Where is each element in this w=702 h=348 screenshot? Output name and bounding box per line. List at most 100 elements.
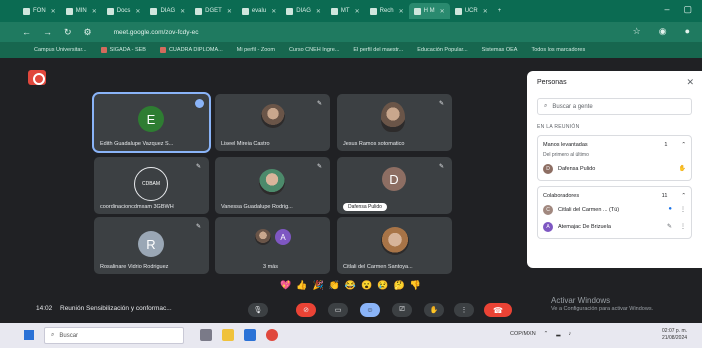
collaborators-card: Colaboradores 11 ⌃ C Citlali del Carmen … bbox=[537, 186, 692, 239]
browser-tab[interactable]: evalu ✕ bbox=[237, 3, 281, 19]
avatar: A bbox=[543, 221, 553, 232]
taskbar-clock[interactable]: 02:07 p. m. 21/08/2024 bbox=[662, 328, 687, 342]
close-icon[interactable]: ✕ bbox=[51, 8, 56, 15]
kebab-menu-icon[interactable]: ⋮ bbox=[680, 223, 686, 230]
close-icon[interactable]: ✕ bbox=[355, 8, 360, 15]
reload-icon[interactable]: ↻ bbox=[64, 27, 72, 38]
close-icon[interactable]: ✕ bbox=[180, 8, 185, 15]
participant-tile-group[interactable]: A 3 más bbox=[215, 217, 330, 274]
bookmark-item[interactable]: SIGADA - SEB bbox=[100, 47, 146, 53]
reaction-party-icon[interactable]: 🎉 bbox=[312, 280, 323, 291]
chevron-up-icon[interactable]: ⌃ bbox=[544, 331, 549, 337]
participant-tile[interactable]: E Edith Guadalupe Vazquez S... bbox=[92, 92, 211, 153]
close-icon[interactable]: ✕ bbox=[135, 8, 140, 15]
participant-name: Citlali del Carmen Santoya... bbox=[343, 264, 413, 270]
collaborators-header[interactable]: Colaboradores 11 ⌃ bbox=[543, 190, 686, 201]
close-icon[interactable]: ✕ bbox=[399, 8, 404, 15]
reaction-thumbs-down-icon[interactable]: 👎 bbox=[410, 280, 421, 291]
browser-tab-active[interactable]: H M ✕ bbox=[408, 3, 450, 19]
browser-tab[interactable]: DGET ✕ bbox=[190, 3, 237, 19]
site-info-icon[interactable]: ⚙ bbox=[84, 27, 92, 38]
bookmark-item[interactable]: Educación Popular... bbox=[417, 47, 467, 53]
more-options-icon[interactable] bbox=[195, 99, 204, 108]
reaction-sad-icon[interactable]: 😢 bbox=[377, 280, 388, 291]
reaction-laugh-icon[interactable]: 😂 bbox=[345, 280, 356, 291]
browser-tab[interactable]: UCR ✕ bbox=[450, 3, 493, 19]
present-button[interactable]: ⎚ bbox=[392, 303, 412, 317]
reaction-heart-icon[interactable]: 💖 bbox=[280, 280, 291, 291]
star-icon[interactable]: ☆ bbox=[633, 26, 641, 37]
chevron-up-icon[interactable]: ⌃ bbox=[681, 193, 686, 199]
bookmark-item[interactable]: Campus Universitar... bbox=[34, 47, 87, 53]
bookmark-item[interactable]: Todos los marcadores bbox=[531, 47, 585, 53]
participant-tile[interactable]: CDBAM ✎ coordinacioncdmxam 3GBWH bbox=[94, 157, 209, 214]
browser-tab[interactable]: DIAG ✕ bbox=[145, 3, 190, 19]
reaction-surprised-icon[interactable]: 😮 bbox=[361, 280, 372, 291]
currency-widget[interactable]: COP/MXN bbox=[510, 331, 536, 337]
close-icon[interactable]: ✕ bbox=[227, 8, 232, 15]
participant-name: Liseel Mireia Castro bbox=[221, 141, 270, 147]
task-view-icon[interactable] bbox=[200, 329, 212, 341]
participant-tile[interactable]: ✎ Vanessa Guadalupe Rodrig... bbox=[215, 157, 330, 214]
reaction-thinking-icon[interactable]: 🤔 bbox=[394, 280, 405, 291]
reaction-clap-icon[interactable]: 👏 bbox=[329, 280, 340, 291]
collaborator-row[interactable]: A Atemajac De Brizuela ✎ ⋮ bbox=[543, 218, 686, 235]
browser-tab[interactable]: FON ✕ bbox=[18, 3, 61, 19]
bookmark-item[interactable]: Mi perfil - Zoom bbox=[237, 47, 275, 53]
reactions-button[interactable]: ☺ bbox=[360, 303, 380, 317]
camera-button[interactable]: ⊘ bbox=[296, 303, 316, 317]
browser-tab[interactable]: MIN ✕ bbox=[61, 3, 102, 19]
edge-icon[interactable] bbox=[244, 329, 256, 341]
close-icon[interactable]: ✕ bbox=[92, 8, 97, 15]
taskbar-search-input[interactable]: ⌕ Buscar bbox=[44, 327, 184, 344]
browser-tab[interactable]: MT ✕ bbox=[326, 3, 365, 19]
browser-tab[interactable]: DIAG ✕ bbox=[281, 3, 326, 19]
close-icon[interactable]: ✕ bbox=[483, 8, 488, 15]
browser-tab[interactable]: Docs ✕ bbox=[102, 3, 146, 19]
maximize-icon[interactable]: ▢ bbox=[683, 4, 692, 15]
forward-arrow-icon[interactable]: → bbox=[43, 27, 52, 37]
file-explorer-icon[interactable] bbox=[222, 329, 234, 341]
more-options-button[interactable]: ⋮ bbox=[454, 303, 474, 317]
bookmark-item[interactable]: Sistemas OEA bbox=[482, 47, 518, 53]
recording-icon[interactable] bbox=[28, 70, 46, 85]
raised-hands-header[interactable]: Manos levantadas 1 ⌃ bbox=[543, 139, 686, 150]
search-placeholder: Buscar a gente bbox=[552, 103, 593, 110]
minimize-icon[interactable]: – bbox=[664, 4, 669, 15]
profile-icon[interactable]: ● bbox=[685, 26, 690, 37]
windows-start-icon[interactable] bbox=[24, 330, 34, 340]
volume-icon[interactable]: ♪ bbox=[569, 331, 572, 337]
bookmark-item[interactable]: Curso CNEH Ingre... bbox=[289, 47, 339, 53]
participant-name: coordinacioncdmxam 3GBWH bbox=[100, 204, 174, 210]
mic-button[interactable]: 🎙 bbox=[248, 303, 268, 317]
reaction-thumbs-up-icon[interactable]: 👍 bbox=[296, 280, 307, 291]
kebab-menu-icon[interactable]: ⋮ bbox=[680, 206, 686, 213]
close-icon[interactable]: ✕ bbox=[271, 8, 276, 15]
chrome-icon[interactable] bbox=[266, 329, 278, 341]
more-options-icon[interactable]: ● bbox=[668, 206, 672, 213]
captions-button[interactable]: ▭ bbox=[328, 303, 348, 317]
raised-hand-person[interactable]: D Dafensa Pulido ✋ bbox=[543, 160, 686, 177]
participant-tile[interactable]: ✎ Jesus Ramos sotomatico bbox=[337, 94, 452, 151]
participant-tile[interactable]: Citlali del Carmen Santoya... bbox=[337, 217, 452, 274]
new-tab-button[interactable]: + bbox=[493, 3, 507, 19]
bookmark-item[interactable]: El perfil del maestr... bbox=[353, 47, 403, 53]
people-search-input[interactable]: ⌕ Buscar a gente bbox=[537, 98, 692, 115]
network-icon[interactable]: ▂ bbox=[556, 331, 560, 337]
hand-raised-icon[interactable]: ✋ bbox=[679, 165, 686, 172]
bookmark-item[interactable]: CUADRA DIPLOMA... bbox=[159, 47, 223, 53]
close-icon[interactable]: ✕ bbox=[440, 8, 445, 15]
end-call-button[interactable]: ☎ bbox=[484, 303, 512, 317]
participant-tile[interactable]: R ✎ Rosalinare Vidrio Rodriguez bbox=[94, 217, 209, 274]
participant-tile[interactable]: D ✎ Dafensa Pulido bbox=[337, 157, 452, 214]
back-arrow-icon[interactable]: ← bbox=[22, 27, 31, 37]
close-icon[interactable]: ✕ bbox=[686, 77, 694, 88]
browser-tab[interactable]: Rech ✕ bbox=[365, 3, 409, 19]
raise-hand-button[interactable]: ✋ bbox=[424, 303, 444, 317]
close-icon[interactable]: ✕ bbox=[316, 8, 321, 15]
chevron-up-icon[interactable]: ⌃ bbox=[681, 142, 686, 148]
collaborator-row[interactable]: C Citlali del Carmen ... (Tú) ● ⋮ bbox=[543, 201, 686, 218]
participant-tile[interactable]: ✎ Liseel Mireia Castro bbox=[215, 94, 330, 151]
extension-icon[interactable]: ◉ bbox=[659, 26, 667, 37]
url-field[interactable]: meet.google.com/zov-fcdy-ec bbox=[114, 29, 199, 36]
